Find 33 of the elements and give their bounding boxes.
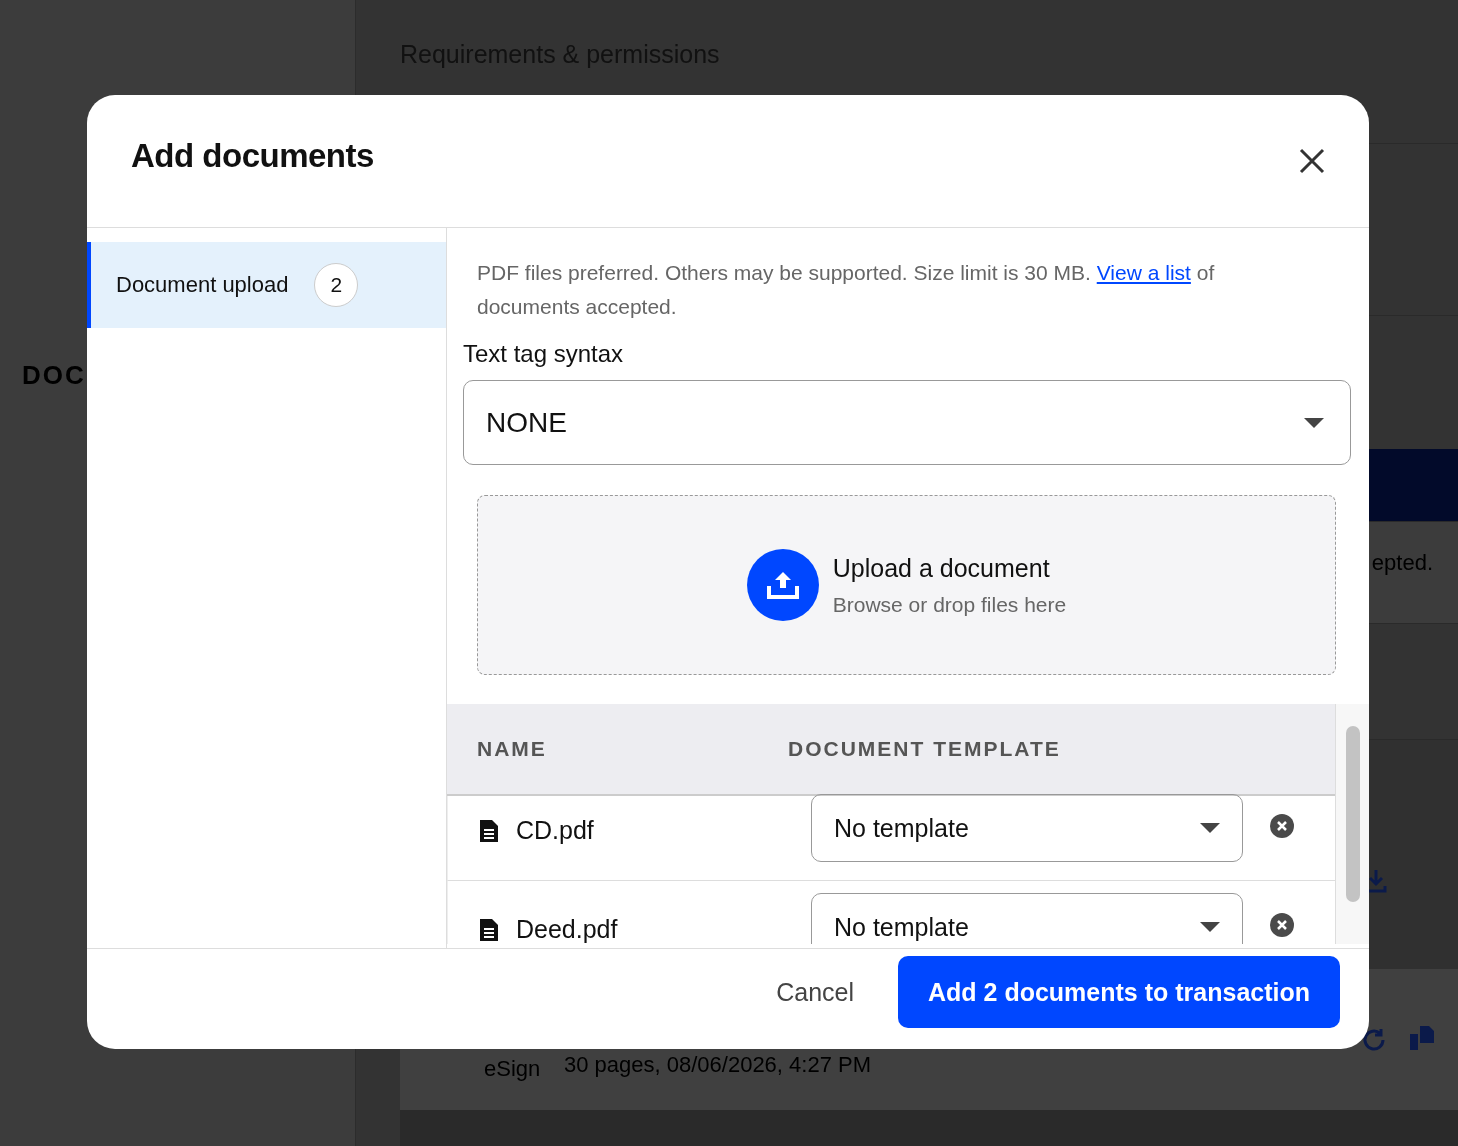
- column-header: DOCUMENT TEMPLATE: [788, 737, 1061, 761]
- caret-icon: [1304, 417, 1324, 428]
- cancel-button[interactable]: Cancel: [758, 963, 872, 1021]
- caret-icon: [1200, 823, 1220, 833]
- sidebar-item[interactable]: Document upload 2: [87, 242, 446, 328]
- file-icon: [480, 918, 498, 941]
- close-icon: [1299, 148, 1325, 174]
- upload-dropzone[interactable]: Upload a document Browse or drop files here: [477, 495, 1336, 675]
- file-name: CD.pdf: [516, 816, 594, 845]
- document-source: eSign: [484, 1056, 541, 1082]
- scrollbar-thumb[interactable]: [1345, 726, 1360, 902]
- upload-title: Upload a document: [832, 553, 1051, 583]
- remove-icon: [1270, 913, 1294, 937]
- caret-icon: [1200, 922, 1220, 932]
- field-label: Text tag syntax: [463, 340, 625, 368]
- description-text: PDF files preferred. Others may be supported. Size limit is 30 MB. View a list of documents accepted.: [477, 260, 1216, 320]
- upload-subtitle: Browse or drop files here: [832, 592, 1067, 617]
- remove-button[interactable]: [1270, 814, 1294, 838]
- body-text: epted.: [1371, 550, 1433, 577]
- remove-button[interactable]: [1270, 913, 1294, 937]
- dialog-title: Add documents: [131, 137, 374, 175]
- count-badge: 2: [314, 263, 359, 307]
- section-label: DOC: [22, 360, 87, 391]
- column-header: NAME: [476, 737, 548, 761]
- syntax-dropdown[interactable]: NONE: [463, 380, 1351, 465]
- template-dropdown[interactable]: No template: [811, 794, 1243, 862]
- document-meta: 30 pages, 08/06/2026, 4:27 PM: [564, 1052, 871, 1078]
- view-list-link[interactable]: View a list: [1096, 261, 1191, 284]
- file-name: Deed.pdf: [516, 915, 618, 944]
- submit-button[interactable]: Add 2 documents to transaction: [898, 956, 1340, 1028]
- remove-icon: [1270, 814, 1294, 838]
- sidebar-label: Document upload: [116, 272, 289, 298]
- file-icon: [480, 819, 498, 842]
